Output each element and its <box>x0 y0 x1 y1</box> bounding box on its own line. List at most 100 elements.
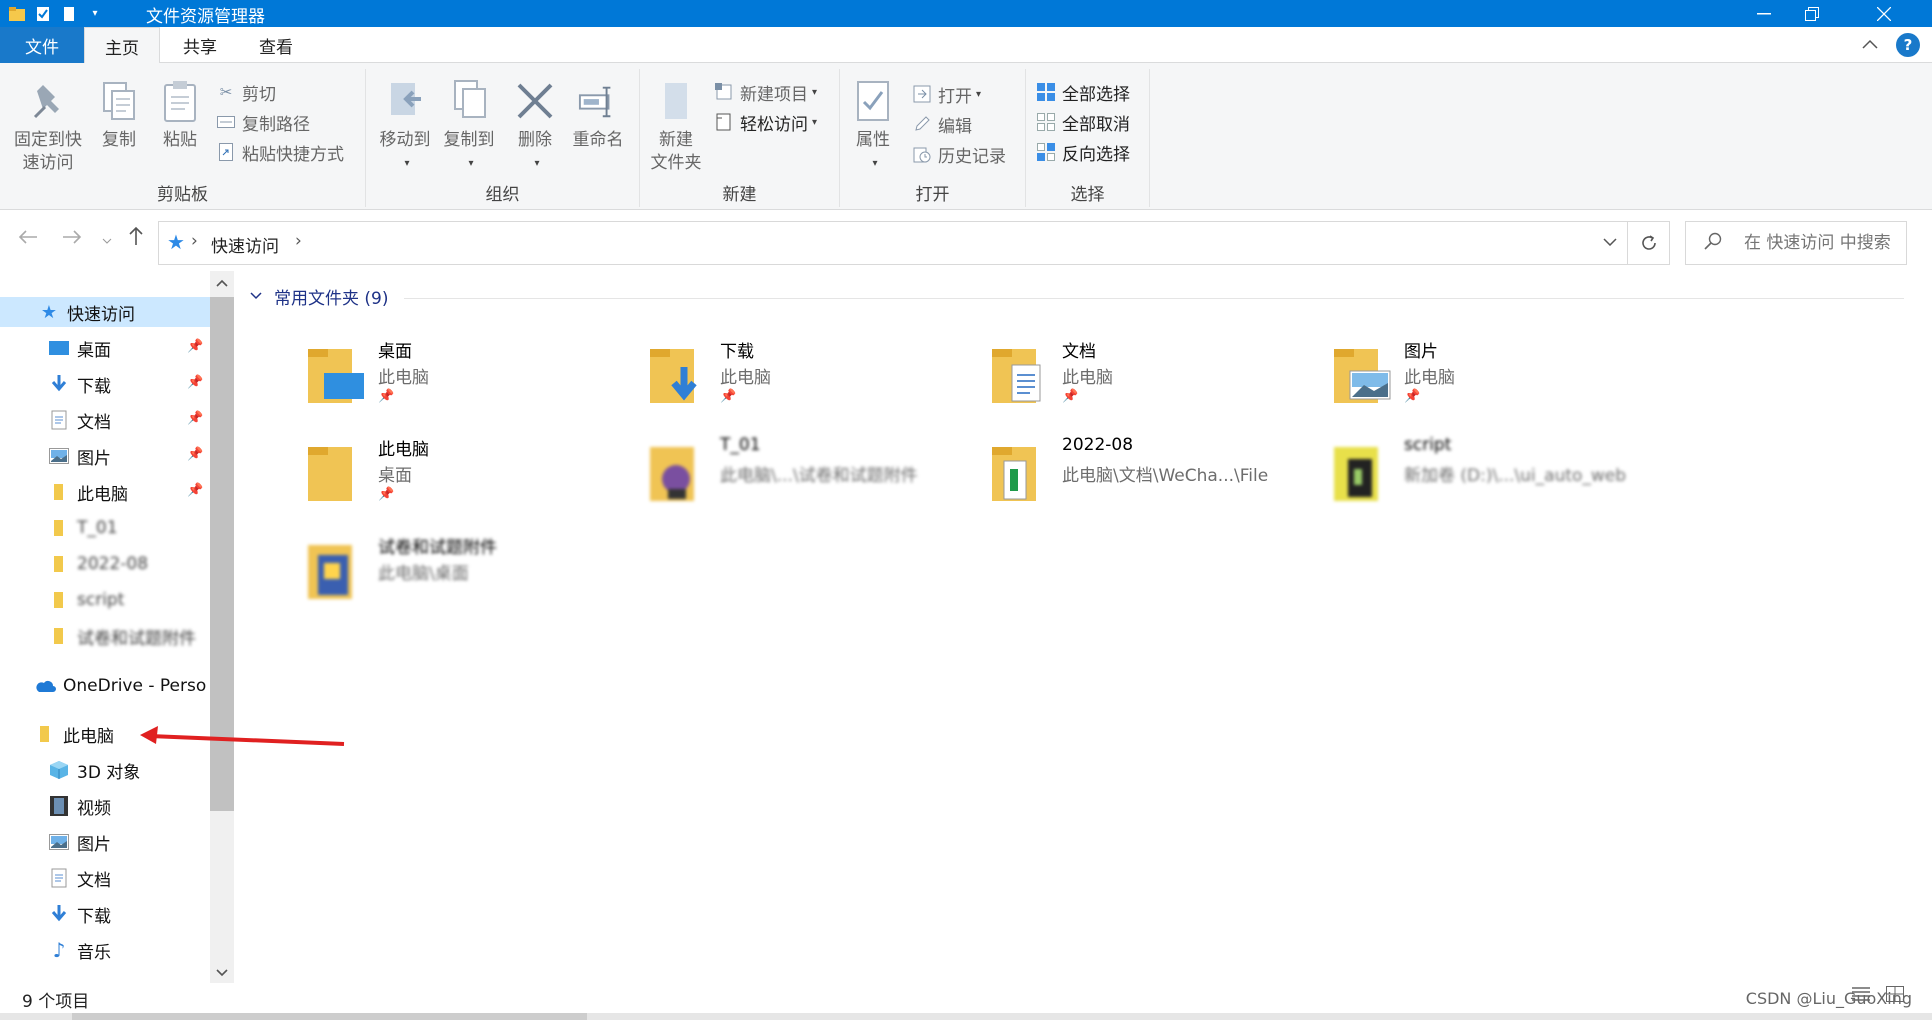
select-all-button[interactable]: 全部选择 <box>1036 79 1130 105</box>
nav-onedrive[interactable]: OneDrive - Perso <box>34 671 210 701</box>
folder-tile[interactable]: script 新加卷 (D:)\...\ui_auto_web <box>1324 429 1654 517</box>
nav-item-folder[interactable]: script <box>48 585 208 615</box>
move-to-icon <box>385 79 425 123</box>
easy-access-icon <box>714 112 734 132</box>
restore-button[interactable] <box>1784 0 1840 27</box>
back-button[interactable] <box>18 226 38 251</box>
tab-home[interactable]: 主页 <box>84 27 160 64</box>
folder-tile[interactable]: T_01 此电脑\...\试卷和试题附件 <box>640 429 970 517</box>
navigation-pane: ★ 快速访问 桌面 📌 下载 📌 文档 📌 图片 📌 此电脑 📌 T_01 20… <box>0 271 234 983</box>
window-title: 文件资源管理器 <box>146 7 265 27</box>
tab-file[interactable]: 文件 <box>0 27 84 63</box>
content-pane: 常用文件夹 (9) 桌面 此电脑 📌 下载 此电脑 📌 文档 此电脑 📌 图片 … <box>234 271 1932 983</box>
new-item-dropdown-icon: ▾ <box>812 86 818 98</box>
properties-button[interactable]: 属性 ▾ <box>850 79 896 175</box>
ribbon-tabs: 文件 主页 共享 查看 ? <box>0 27 1932 64</box>
nav-item-downloads[interactable]: 下载 <box>48 369 208 399</box>
watermark: CSDN @Liu_GuoXing <box>1745 989 1912 1008</box>
ribbon: 固定到快 速访问 复制 粘贴 ✂ 剪切 复制路径 粘贴快捷方式 剪贴板 移动到 … <box>0 63 1932 210</box>
easy-access-button[interactable]: 轻松访问 ▾ <box>714 109 817 135</box>
open-dropdown-icon: ▾ <box>976 88 982 100</box>
nav-scrollbar[interactable] <box>210 271 234 983</box>
address-dropdown-icon[interactable] <box>1603 232 1617 250</box>
search-box[interactable] <box>1685 221 1907 265</box>
collapse-ribbon-icon[interactable] <box>1862 34 1878 53</box>
search-input[interactable] <box>1744 230 1904 256</box>
nav-item-documents[interactable]: 文档 <box>48 405 208 435</box>
close-button[interactable] <box>1856 0 1912 27</box>
new-folder-qat-icon[interactable] <box>60 5 78 23</box>
edit-button[interactable]: 编辑 <box>912 111 972 137</box>
scissors-icon: ✂ <box>219 83 233 101</box>
properties-qat-icon[interactable] <box>34 5 52 23</box>
breadcrumb-chevron-icon[interactable]: › <box>295 231 302 251</box>
item-count: 9 个项目 <box>22 992 90 1012</box>
scroll-up-icon[interactable] <box>210 275 234 291</box>
rename-button[interactable]: 重命名 <box>566 79 630 152</box>
quick-access-star-icon: ★ <box>40 301 58 323</box>
recent-locations-dropdown-icon[interactable] <box>102 233 112 247</box>
select-group: 全部选择 全部取消 反向选择 选择 <box>1026 69 1150 207</box>
nav-item-folder[interactable]: 2022-08 <box>48 549 208 579</box>
move-to-button[interactable]: 移动到 ▾ <box>374 79 436 175</box>
folder-icon <box>646 439 710 505</box>
nav-item-3d-objects[interactable]: 3D 对象 <box>48 755 208 785</box>
delete-button[interactable]: 删除 ▾ <box>512 79 558 175</box>
history-button[interactable]: 历史记录 <box>912 141 1006 167</box>
tab-share[interactable]: 共享 <box>164 27 236 63</box>
nav-item-pictures[interactable]: 图片 <box>48 827 208 857</box>
nav-item-this-pc-pinned[interactable]: 此电脑 <box>48 477 208 507</box>
folder-tile-documents[interactable]: 文档 此电脑 📌 <box>982 331 1312 419</box>
tab-view[interactable]: 查看 <box>240 27 312 63</box>
horizontal-scrollbar-thumb[interactable] <box>72 1013 587 1020</box>
properties-dropdown-icon: ▾ <box>872 158 878 169</box>
frequent-folders-header[interactable]: 常用文件夹 (9) <box>250 283 388 309</box>
nav-item-music[interactable]: ♪ 音乐 <box>48 935 208 965</box>
breadcrumb[interactable]: 快速访问 <box>211 232 279 257</box>
nav-item-documents[interactable]: 文档 <box>48 863 208 893</box>
folder-tile[interactable]: 试卷和试题附件 此电脑\桌面 <box>298 527 628 615</box>
folder-icon <box>48 517 70 539</box>
nav-item-pictures[interactable]: 图片 <box>48 441 208 471</box>
cut-button[interactable]: ✂ 剪切 <box>216 79 276 105</box>
pin-quick-access-button[interactable]: 固定到快 速访问 <box>8 79 88 175</box>
help-button[interactable]: ? <box>1896 33 1920 57</box>
scroll-down-icon[interactable] <box>210 965 234 981</box>
paste-button[interactable]: 粘贴 <box>152 79 208 152</box>
select-none-button[interactable]: 全部取消 <box>1036 109 1130 135</box>
copy-button[interactable]: 复制 <box>94 79 144 152</box>
edit-icon <box>912 114 932 134</box>
new-group-label: 新建 <box>722 185 757 205</box>
address-bar[interactable]: ★ › 快速访问 › <box>158 221 1628 265</box>
new-item-button[interactable]: 新建项目 ▾ <box>714 79 817 105</box>
folder-tile-pictures[interactable]: 图片 此电脑 📌 <box>1324 331 1654 419</box>
pin-icon: 📌 <box>1062 389 1079 404</box>
forward-button[interactable] <box>62 226 82 251</box>
nav-item-folder[interactable]: 试卷和试题附件 <box>48 621 210 651</box>
folder-icon <box>304 537 368 603</box>
breadcrumb-chevron-icon[interactable]: › <box>191 231 198 251</box>
folder-tile-downloads[interactable]: 下载 此电脑 📌 <box>640 331 970 419</box>
folder-icon <box>48 589 70 611</box>
open-button[interactable]: 打开 ▾ <box>912 81 981 107</box>
paste-shortcut-icon <box>216 142 236 162</box>
up-button[interactable] <box>128 226 144 252</box>
nav-item-videos[interactable]: 视频 <box>48 791 208 821</box>
horizontal-scrollbar[interactable] <box>0 1013 1932 1020</box>
copy-to-button[interactable]: 复制到 ▾ <box>438 79 500 175</box>
refresh-button[interactable] <box>1628 221 1670 265</box>
folder-tile[interactable]: 2022-08 此电脑\文档\WeCha...\File <box>982 429 1312 517</box>
nav-item-folder[interactable]: T_01 <box>48 513 208 543</box>
search-icon <box>1704 232 1722 255</box>
invert-selection-button[interactable]: 反向选择 <box>1036 139 1130 165</box>
paste-shortcut-button[interactable]: 粘贴快捷方式 <box>216 139 344 165</box>
customize-qat-dropdown-icon[interactable]: ▾ <box>86 5 104 23</box>
copy-path-button[interactable]: 复制路径 <box>216 109 310 135</box>
new-folder-button[interactable]: 新建 文件夹 <box>648 79 704 175</box>
folder-tile-desktop[interactable]: 桌面 此电脑 📌 <box>298 331 628 419</box>
nav-item-desktop[interactable]: 桌面 <box>48 333 208 363</box>
music-icon: ♪ <box>52 938 66 962</box>
nav-quick-access[interactable]: ★ 快速访问 <box>0 297 210 327</box>
folder-tile-this-pc[interactable]: 此电脑 桌面 📌 <box>298 429 628 517</box>
nav-item-downloads[interactable]: 下载 <box>48 899 208 929</box>
